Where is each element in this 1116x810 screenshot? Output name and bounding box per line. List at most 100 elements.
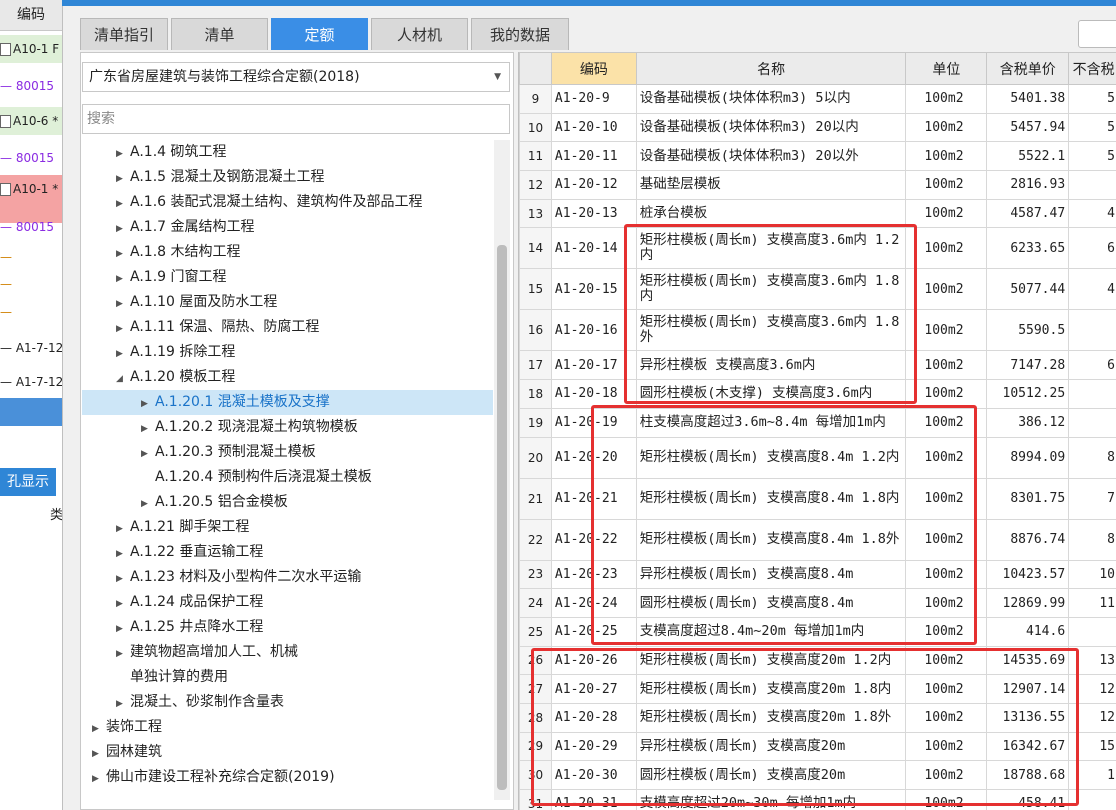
tree-node[interactable]: ▶ A.1.25 井点降水工程 <box>116 615 263 640</box>
left-strip-row[interactable]: — <box>0 243 62 271</box>
quota-library-select[interactable]: 广东省房屋建筑与装饰工程综合定额(2018) ▼ <box>82 62 510 92</box>
col-price-header[interactable]: 含税单价 <box>986 52 1070 85</box>
table-row[interactable]: 15 A1-20-15 矩形柱模板(周长m) 支模高度3.6m内 1.8内 100m2… <box>519 268 1116 311</box>
tree-expand-icon[interactable]: ▶ <box>116 167 130 192</box>
tree-expand-icon[interactable]: ▶ <box>116 317 130 342</box>
tree-node[interactable]: ▶ A.1.23 材料及小型构件二次水平运输 <box>116 565 361 590</box>
tree-node[interactable]: ▶ A.1.20.1 混凝土模板及支撑 <box>141 390 330 415</box>
tree-node[interactable]: ▶ A.1.9 门窗工程 <box>116 265 227 290</box>
table-row[interactable]: 28 A1-20-28 矩形柱模板(周长m) 支模高度20m 1.8外 100m2 13… <box>519 702 1116 733</box>
col-code-header[interactable]: 编码 <box>550 52 637 85</box>
tree-expand-icon[interactable]: ▶ <box>116 567 130 592</box>
tree-expand-icon[interactable]: ▶ <box>116 542 130 567</box>
tree-expand-icon[interactable]: ▶ <box>116 692 130 717</box>
top-right-input[interactable] <box>1078 20 1116 48</box>
tree-node[interactable]: ▶ A.1.8 木结构工程 <box>116 240 241 265</box>
tree-expand-icon[interactable]: ▶ <box>116 192 130 217</box>
tree-expand-icon[interactable]: ▶ <box>116 292 130 317</box>
tree-node[interactable]: ▶ A.1.4 砌筑工程 <box>116 140 227 165</box>
tree-expand-icon[interactable]: ▶ <box>116 592 130 617</box>
tree-node[interactable]: ▶ 混凝土、砂浆制作含量表 <box>116 690 284 715</box>
table-row[interactable]: 30 A1-20-30 圆形柱模板(周长m) 支模高度20m 100m2 18788.6… <box>519 760 1116 790</box>
left-strip-row[interactable]: — A1-7-12 <box>0 368 62 396</box>
tree-scrollbar-thumb[interactable] <box>497 245 507 790</box>
tree-node[interactable]: ▶ 装饰工程 <box>92 715 162 740</box>
tree-node[interactable]: A.1.20.4 预制构件后浇混凝土模板 <box>141 465 372 490</box>
tab-my-data[interactable]: 我的数据 <box>471 18 569 50</box>
left-strip-row[interactable]: — A1-7-12 <box>0 334 62 362</box>
table-row[interactable]: 11 A1-20-11 设备基础模板(块体体积m3) 20以外 100m2 5522.1… <box>519 141 1116 172</box>
tree-node[interactable]: ▶ A.1.20.5 铝合金模板 <box>141 490 288 515</box>
table-row[interactable]: 23 A1-20-23 异形柱模板(周长m) 支模高度8.4m 100m2 10423.… <box>519 559 1116 590</box>
tab-labor-material-machine[interactable]: 人材机 <box>371 18 468 50</box>
tree-node[interactable]: ▶ A.1.21 脚手架工程 <box>116 515 249 540</box>
left-strip-row[interactable]: A10-1 F <box>0 35 62 63</box>
tree-node[interactable]: ▶ A.1.20.3 预制混凝土模板 <box>141 440 316 465</box>
tree-node[interactable]: ▶ 园林建筑 <box>92 740 162 765</box>
tree-expand-icon[interactable]: ▶ <box>116 242 130 267</box>
table-row[interactable]: 10 A1-20-10 设备基础模板(块体体积m3) 20以内 100m2 5457.9… <box>519 112 1116 143</box>
table-row[interactable]: 26 A1-20-26 矩形柱模板(周长m) 支模高度20m 1.2内 100m2 14… <box>519 645 1116 676</box>
tree-expand-icon[interactable]: ▶ <box>92 742 106 767</box>
tree-expand-icon[interactable]: ▶ <box>116 142 130 167</box>
table-row[interactable]: 21 A1-20-21 矩形柱模板(周长m) 支模高度8.4m 1.8内 100m2 8… <box>519 477 1116 520</box>
tree-node[interactable]: ▶ 建筑物超高增加人工、机械 <box>116 640 298 665</box>
tree-node[interactable]: ▶ A.1.5 混凝土及钢筋混凝土工程 <box>116 165 325 190</box>
left-strip-row[interactable]: — <box>0 298 62 326</box>
tree-expand-icon[interactable]: ▶ <box>141 417 155 442</box>
tab-list-guide[interactable]: 清单指引 <box>80 18 168 50</box>
tree-node[interactable]: ▶ A.1.10 屋面及防水工程 <box>116 290 277 315</box>
table-row[interactable]: 14 A1-20-14 矩形柱模板(周长m) 支模高度3.6m内 1.2内 100m2… <box>519 227 1116 270</box>
left-strip-row[interactable]: — 80015 <box>0 72 62 100</box>
left-strip-row[interactable]: — 80015 <box>0 144 62 172</box>
tree-node[interactable]: ▶ A.1.22 垂直运输工程 <box>116 540 263 565</box>
tree-node[interactable]: ◢ A.1.20 模板工程 <box>116 365 235 390</box>
tree-collapse-icon[interactable]: ◢ <box>116 367 130 392</box>
col-unit-header[interactable]: 单位 <box>905 52 988 85</box>
table-row[interactable]: 27 A1-20-27 矩形柱模板(周长m) 支模高度20m 1.8内 100m2 12… <box>519 674 1116 704</box>
tree-node[interactable]: ▶ A.1.7 金属结构工程 <box>116 215 255 240</box>
tree-expand-icon[interactable]: ▶ <box>116 517 130 542</box>
table-row[interactable]: 20 A1-20-20 矩形柱模板(周长m) 支模高度8.4m 1.2内 100m2 8… <box>519 436 1116 479</box>
tree-node[interactable]: 单独计算的费用 <box>116 665 228 690</box>
tree-expand-icon[interactable]: ▶ <box>116 342 130 367</box>
left-strip-selected-row[interactable] <box>0 398 62 426</box>
tab-list[interactable]: 清单 <box>171 18 268 50</box>
tree-expand-icon[interactable]: ▶ <box>92 767 106 792</box>
col-name-header[interactable]: 名称 <box>635 52 907 85</box>
tree-node[interactable]: ▶ A.1.19 拆除工程 <box>116 340 235 365</box>
tab-quota[interactable]: 定额 <box>271 18 368 50</box>
col-price-ex-tax-header[interactable]: 不含税 <box>1068 52 1116 85</box>
left-strip-row[interactable]: — 80015 <box>0 213 62 241</box>
table-row[interactable]: 9 A1-20-9 设备基础模板(块体体积m3) 5以内 100m2 5401.38 5 <box>519 84 1116 114</box>
tree-expand-icon[interactable]: ▶ <box>116 267 130 292</box>
row-checkbox[interactable] <box>0 43 11 56</box>
table-row[interactable]: 13 A1-20-13 桩承台模板 100m2 4587.47 4 <box>519 198 1116 229</box>
left-strip-row[interactable]: A10-6 * <box>0 107 62 135</box>
row-checkbox[interactable] <box>0 183 11 196</box>
table-row[interactable]: 19 A1-20-19 柱支模高度超过3.6m~8.4m 每增加1m内 100m2 38… <box>519 407 1116 438</box>
table-row[interactable]: 31 A1-20-31 支模高度超过20m~30m 每增加1m内 100m2 458.4… <box>519 789 1116 810</box>
left-strip-row[interactable]: — <box>0 270 62 298</box>
tree-expand-icon[interactable]: ▶ <box>141 392 155 417</box>
table-row[interactable]: 18 A1-20-18 圆形柱模板(木支撑) 支模高度3.6m内 100m2 10512… <box>519 379 1116 409</box>
search-input[interactable]: 搜索 <box>82 104 510 134</box>
tree-expand-icon[interactable]: ▶ <box>141 492 155 517</box>
table-row[interactable]: 17 A1-20-17 异形柱模板 支模高度3.6m内 100m2 7147.28 6 <box>519 350 1116 381</box>
tree-node[interactable]: ▶ 佛山市建设工程补充综合定额(2019) <box>92 765 335 790</box>
tree-node[interactable]: ▶ A.1.11 保温、隔热、防腐工程 <box>116 315 319 340</box>
tree-node[interactable]: ▶ A.1.20.2 现浇混凝土构筑物模板 <box>141 415 358 440</box>
display-button[interactable]: 孔显示 <box>0 468 56 496</box>
table-row[interactable]: 29 A1-20-29 异形柱模板(周长m) 支模高度20m 100m2 16342.6… <box>519 731 1116 762</box>
tree-expand-icon[interactable]: ▶ <box>116 617 130 642</box>
tree-expand-icon[interactable]: ▶ <box>92 717 106 742</box>
tree-expand-icon[interactable]: ▶ <box>116 642 130 667</box>
tree-node[interactable]: ▶ A.1.24 成品保护工程 <box>116 590 263 615</box>
row-checkbox[interactable] <box>0 115 11 128</box>
tree-expand-icon[interactable]: ▶ <box>141 442 155 467</box>
table-row[interactable]: 22 A1-20-22 矩形柱模板(周长m) 支模高度8.4m 1.8外 100m2 8… <box>519 518 1116 561</box>
tree-node[interactable]: ▶ A.1.6 装配式混凝土结构、建筑构件及部品工程 <box>116 190 423 215</box>
tree-expand-icon[interactable]: ▶ <box>116 217 130 242</box>
table-row[interactable]: 25 A1-20-25 支模高度超过8.4m~20m 每增加1m内 100m2 414.… <box>519 616 1116 647</box>
chevron-down-icon[interactable]: ▼ <box>494 63 501 91</box>
